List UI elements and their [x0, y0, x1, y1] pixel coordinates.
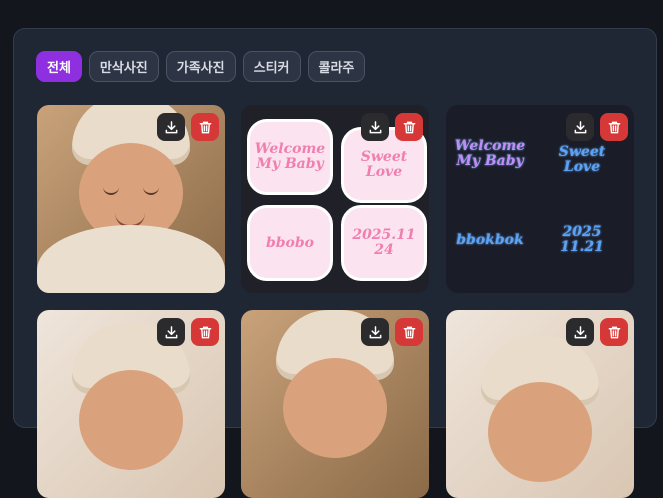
gallery-item-sticker-sheet[interactable]: Welcome My Baby Sweet Love bbobo 2025.11… [241, 105, 429, 293]
baby-face [488, 382, 592, 482]
tab-collage[interactable]: 콜라주 [307, 51, 366, 82]
sticker: bbobo [247, 205, 333, 281]
delete-button[interactable] [191, 113, 219, 141]
download-icon [165, 325, 177, 338]
trash-icon [199, 121, 211, 133]
download-icon [165, 120, 177, 133]
delete-button[interactable] [395, 113, 423, 141]
download-icon [574, 325, 586, 338]
sticker: 2025 11.21 [560, 224, 604, 255]
trash-icon [608, 121, 620, 133]
download-button[interactable] [361, 318, 389, 346]
download-button[interactable] [361, 113, 389, 141]
baby-face [283, 358, 387, 458]
download-button[interactable] [157, 318, 185, 346]
trash-icon [608, 326, 620, 338]
tab-maternity[interactable]: 만삭사진 [88, 51, 159, 82]
delete-button[interactable] [600, 318, 628, 346]
download-button[interactable] [566, 113, 594, 141]
tab-family[interactable]: 가족사진 [165, 51, 236, 82]
download-icon [369, 325, 381, 338]
gallery-item-photo[interactable] [37, 310, 225, 498]
gallery-item-sticker-sheet[interactable]: Welcome My Baby Sweet Love bbokbok 2025 … [446, 105, 634, 293]
download-icon [574, 120, 586, 133]
delete-button[interactable] [395, 318, 423, 346]
delete-button[interactable] [191, 318, 219, 346]
delete-button[interactable] [600, 113, 628, 141]
gallery-item-photo[interactable] [37, 105, 225, 293]
trash-icon [199, 326, 211, 338]
category-tabs: 전체 만삭사진 가족사진 스티커 콜라주 [36, 51, 366, 82]
baby-face [79, 370, 183, 470]
sticker: 2025.11 24 [341, 205, 427, 281]
gallery-item-photo[interactable] [446, 310, 634, 498]
download-button[interactable] [157, 113, 185, 141]
gallery-item-photo[interactable] [241, 310, 429, 498]
trash-icon [403, 121, 415, 133]
download-icon [369, 120, 381, 133]
sticker: Welcome My Baby [247, 119, 333, 195]
sticker: bbokbok [456, 231, 524, 248]
sticker: Welcome My Baby [454, 138, 526, 169]
baby-blanket [37, 225, 225, 293]
baby-eye [103, 187, 119, 195]
tab-all[interactable]: 전체 [36, 51, 82, 82]
trash-icon [403, 326, 415, 338]
tab-sticker[interactable]: 스티커 [242, 51, 301, 82]
download-button[interactable] [566, 318, 594, 346]
baby-eye [143, 187, 159, 195]
